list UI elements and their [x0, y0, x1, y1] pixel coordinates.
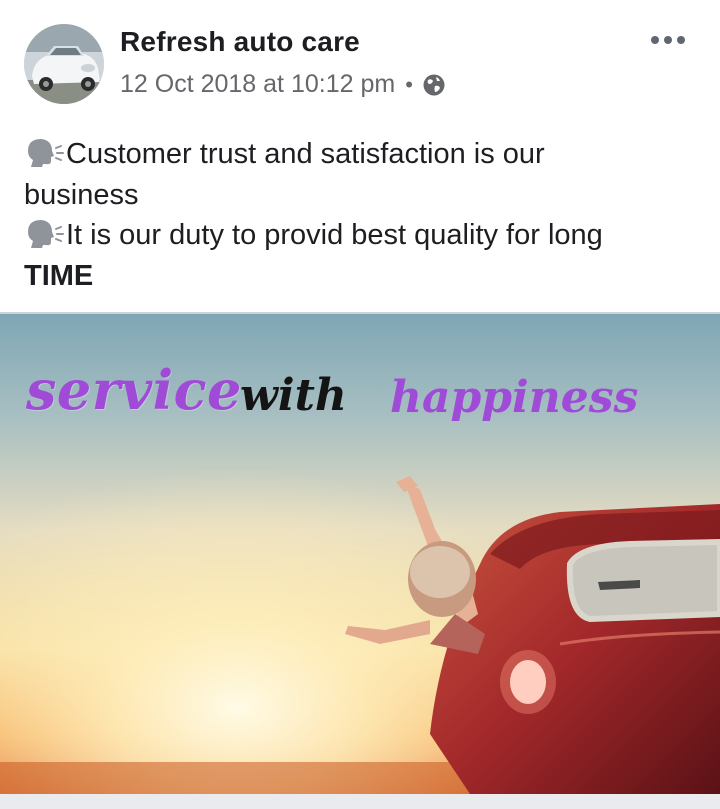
post-meta: 12 Oct 2018 at 10:12 pm •	[120, 70, 446, 99]
post-text-line: business	[24, 178, 139, 211]
post-text-line: Customer trust and satisfaction is our	[24, 134, 704, 175]
meta-separator: •	[405, 71, 413, 97]
globe-icon	[422, 73, 446, 97]
image-caption: service with happiness	[0, 352, 720, 432]
post-footer-strip	[0, 794, 720, 809]
post-timestamp[interactable]: 12 Oct 2018 at 10:12 pm	[120, 70, 395, 99]
post-text-line: TIME	[24, 259, 94, 292]
page-avatar[interactable]	[24, 24, 104, 104]
speaking-head-icon	[24, 218, 66, 248]
post-text: Customer trust and satisfaction is our b…	[24, 134, 704, 296]
post-text-line: It is our duty to provid best quality fo…	[24, 215, 704, 256]
speaking-head-icon	[24, 137, 66, 167]
caption-word-with: with	[240, 370, 347, 421]
caption-word-happiness: happiness	[390, 372, 639, 423]
author-name[interactable]: Refresh auto care	[120, 26, 360, 58]
more-options-icon[interactable]	[646, 22, 690, 58]
caption-word-service: service	[26, 358, 242, 422]
post-header: Refresh auto care 12 Oct 2018 at 10:12 p…	[0, 0, 720, 120]
